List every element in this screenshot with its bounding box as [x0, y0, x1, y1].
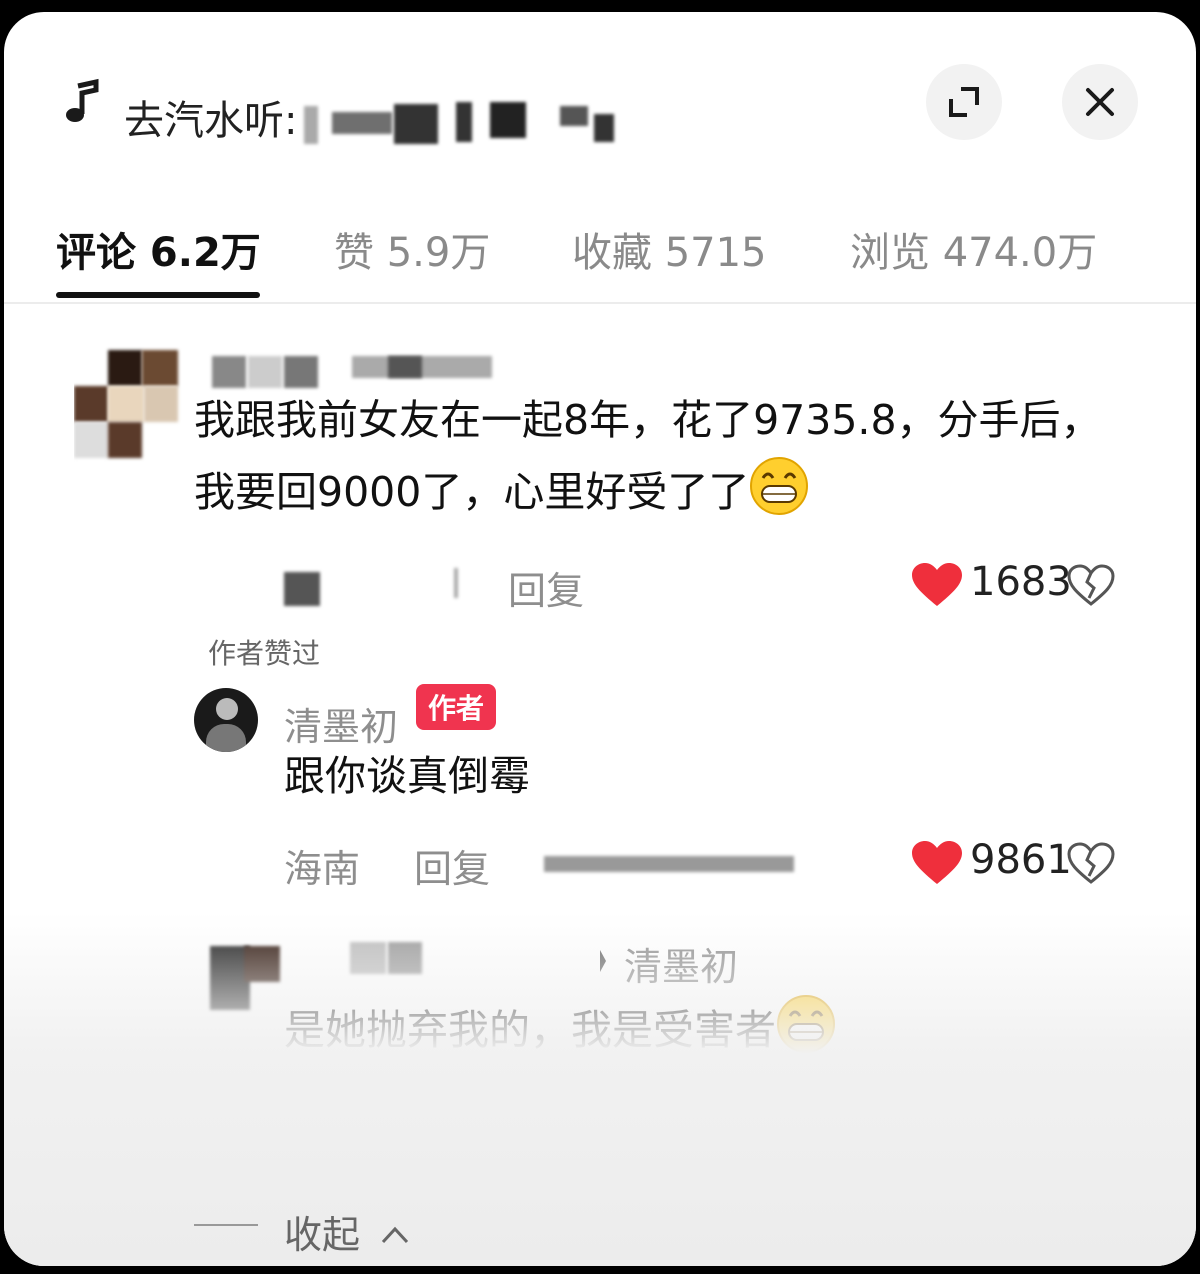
- author-avatar[interactable]: [194, 688, 258, 752]
- tab-favorites[interactable]: 收藏 5715: [572, 220, 767, 278]
- dislike-icon[interactable]: [1066, 1088, 1116, 1130]
- tabs-divider: [4, 302, 1196, 304]
- reply-arrow-icon: [600, 950, 606, 972]
- reply-button[interactable]: 回复: [508, 560, 584, 615]
- expand-icon: [949, 87, 979, 117]
- reply-to-username[interactable]: 清墨初: [624, 936, 738, 991]
- collapse-label: 收起: [284, 1213, 361, 1257]
- close-button[interactable]: [1062, 64, 1138, 140]
- chevron-up-icon: [382, 1226, 409, 1244]
- dislike-icon[interactable]: [1066, 564, 1116, 606]
- redacted-meta: [544, 856, 794, 872]
- author-liked-label: 作者赞过: [208, 637, 321, 670]
- redacted-title: [304, 102, 624, 148]
- like-count: 1683: [970, 559, 1072, 605]
- redacted-meta: [284, 572, 320, 606]
- avatar[interactable]: [74, 330, 184, 470]
- header-title: 去汽水听:: [124, 98, 298, 144]
- comment-text: 我跟我前女友在一起8年，花了9735.8，分手后，我要回9000了，心里好受了了: [194, 396, 1102, 516]
- tab-comments[interactable]: 评论 6.2万: [56, 220, 261, 278]
- music-note-icon: [66, 78, 99, 122]
- tab-likes[interactable]: 赞 5.9万: [334, 220, 490, 278]
- redacted-meta: [422, 1090, 456, 1122]
- dislike-icon[interactable]: [1066, 842, 1116, 884]
- heart-icon[interactable]: [910, 562, 964, 608]
- grinning-face-emoji: [750, 457, 809, 515]
- redacted-meta: [316, 1090, 352, 1156]
- comments-panel: 去汽水听: 评论 6.2万 赞 5.9万 收藏 5715 浏览 474.0万 我…: [4, 12, 1196, 1266]
- active-tab-indicator: [56, 292, 260, 298]
- reply-button[interactable]: 回复: [534, 1086, 610, 1141]
- reply-button[interactable]: 回复: [414, 838, 490, 893]
- collapse-replies-button[interactable]: 收起: [284, 1204, 410, 1259]
- heart-icon[interactable]: [910, 840, 964, 886]
- redacted-meta: [454, 568, 458, 598]
- redacted-username: [388, 942, 422, 974]
- heart-icon[interactable]: [910, 1086, 964, 1132]
- comment-text: 是她抛弃我的，我是受害者: [284, 994, 1164, 1066]
- grinning-face-emoji: [777, 995, 835, 1053]
- comment-text: 跟你谈真倒霉: [284, 752, 530, 800]
- like-count: 569: [970, 1083, 1047, 1129]
- like-count: 9861: [970, 837, 1072, 883]
- tab-views[interactable]: 浏览 474.0万: [850, 220, 1097, 278]
- collapse-divider: [194, 1224, 258, 1226]
- author-liked-label: 作者赞过: [294, 1167, 407, 1200]
- comment-location: 海南: [284, 847, 361, 891]
- redacted-username: [350, 942, 386, 974]
- author-badge: 作者: [416, 684, 497, 730]
- expand-button[interactable]: [926, 64, 1002, 140]
- close-icon: [1086, 88, 1114, 116]
- avatar[interactable]: [200, 924, 290, 1014]
- redacted-meta: [352, 1122, 386, 1156]
